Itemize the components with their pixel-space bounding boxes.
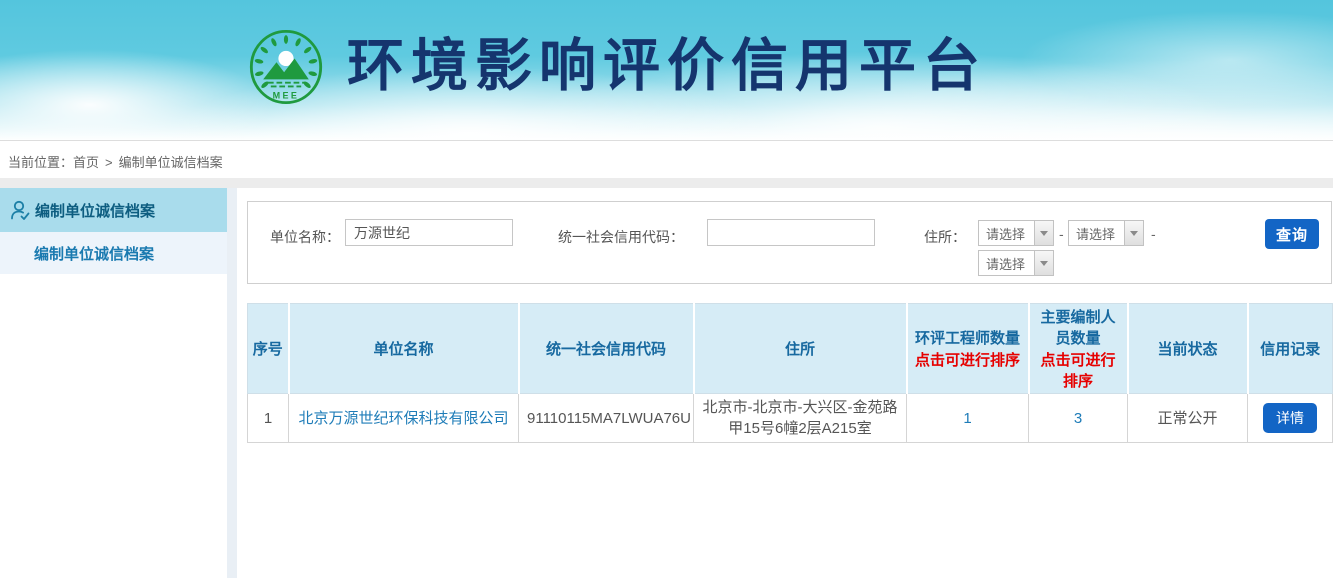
engineer-count-label: 环评工程师数量 [915,330,1020,347]
credit-code-label: 统一社会信用代码： [558,227,684,247]
cell-index: 1 [248,394,289,443]
col-header-staff-count-sortable[interactable]: 主要编制人员数量 点击可进行排序 [1029,304,1128,394]
breadcrumb-prefix: 当前位置： [8,155,73,170]
table-row: 1 北京万源世纪环保科技有限公司 91110115MA7LWUA76U 北京市-… [248,394,1333,443]
engineer-sort-hint[interactable]: 点击可进行排序 [912,349,1024,370]
sidebar-subitem-unit-credit-archive[interactable]: 编制单位诚信档案 [0,232,227,274]
page-title: 环境影响评价信用平台 [347,26,987,106]
breadcrumb-home-link[interactable]: 首页 [73,155,99,170]
col-header-index: 序号 [248,304,289,394]
city-select-value: 请选择 [1069,224,1124,243]
unit-name-input[interactable] [345,219,513,246]
user-check-icon [8,198,32,222]
chevron-down-icon[interactable] [1034,251,1053,275]
svg-text:MEE: MEE [273,90,300,100]
address-province-select[interactable]: 请选择 [978,220,1054,246]
col-header-address: 住所 [694,304,907,394]
breadcrumb: 当前位置：首页 > 编制单位诚信档案 [8,152,223,171]
address-dash-2: - [1151,226,1156,242]
chevron-down-icon[interactable] [1034,221,1053,245]
result-table: 序号 单位名称 统一社会信用代码 住所 环评工程师数量 点击可进行排序 主要编制… [247,303,1333,443]
address-district-select[interactable]: 请选择 [978,250,1054,276]
sidebar-subitem-label: 编制单位诚信档案 [34,243,154,264]
staff-count-link[interactable]: 3 [1074,410,1082,427]
sidebar-item-unit-credit-archive[interactable]: 编制单位诚信档案 [0,188,227,232]
address-dash-1: - [1059,226,1064,242]
sidebar: 编制单位诚信档案 编制单位诚信档案 [0,188,227,578]
unit-name-label: 单位名称： [270,227,340,247]
breadcrumb-bar: 当前位置：首页 > 编制单位诚信档案 [0,140,1333,178]
province-select-value: 请选择 [979,224,1034,243]
breadcrumb-separator: > [105,155,113,170]
cell-credit-code: 91110115MA7LWUA76U [519,394,694,443]
chevron-down-icon[interactable] [1124,221,1143,245]
site-header: MEE 环境影响评价信用平台 [0,0,1333,140]
cell-status: 正常公开 [1128,394,1248,443]
credit-code-input[interactable] [707,219,875,246]
detail-button[interactable]: 详情 [1263,403,1317,433]
district-select-value: 请选择 [979,254,1034,273]
unit-name-link[interactable]: 北京万源世纪环保科技有限公司 [298,410,508,427]
page: MEE 环境影响评价信用平台 当前位置：首页 > 编制单位诚信档案 编制单位诚信档案… [0,0,1341,578]
engineer-count-link[interactable]: 1 [963,410,971,427]
divider-strip [0,178,1333,188]
col-header-credit-code: 统一社会信用代码 [519,304,694,394]
query-button[interactable]: 查询 [1265,219,1319,249]
col-header-credit-record: 信用记录 [1248,304,1333,394]
table-header-row: 序号 单位名称 统一社会信用代码 住所 环评工程师数量 点击可进行排序 主要编制… [248,304,1333,394]
breadcrumb-current: 编制单位诚信档案 [119,155,223,170]
col-header-status: 当前状态 [1128,304,1248,394]
staff-count-label: 主要编制人员数量 [1040,309,1115,347]
col-header-unit-name: 单位名称 [289,304,519,394]
sidebar-item-label: 编制单位诚信档案 [35,200,155,221]
address-label: 住所： [924,227,966,247]
staff-sort-hint[interactable]: 点击可进行排序 [1034,349,1123,391]
col-header-engineer-count-sortable[interactable]: 环评工程师数量 点击可进行排序 [907,304,1029,394]
mee-logo-icon: MEE [248,27,324,107]
sidebar-main-divider [227,188,237,578]
cell-address: 北京市-北京市-大兴区-金苑路甲15号6幢2层A215室 [694,394,907,443]
address-city-select[interactable]: 请选择 [1068,220,1144,246]
